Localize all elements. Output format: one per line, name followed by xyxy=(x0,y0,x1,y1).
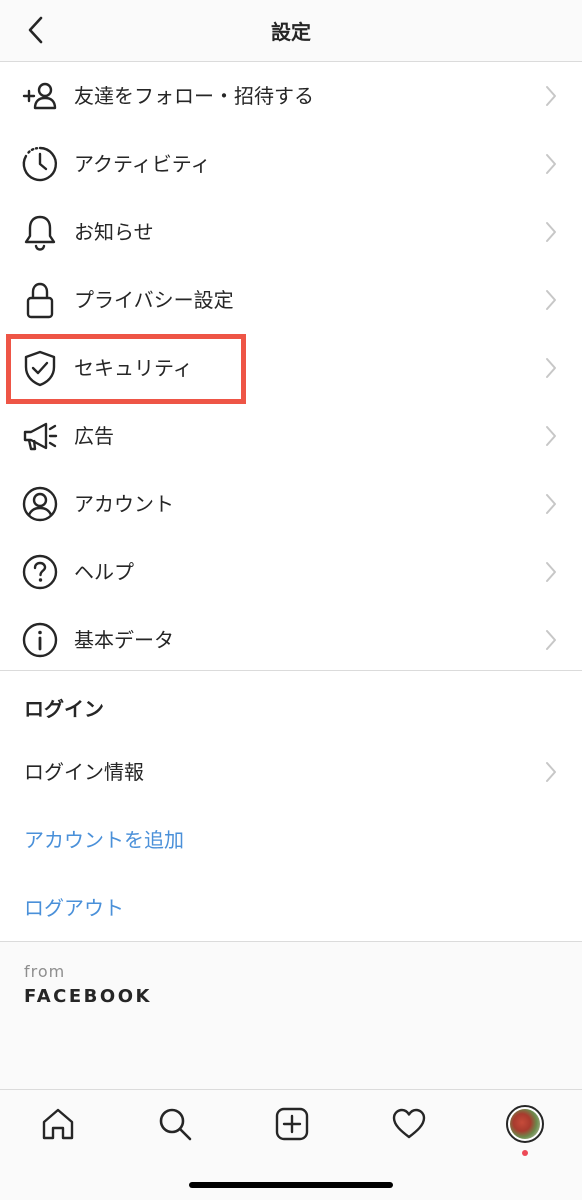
profile-avatar xyxy=(506,1105,544,1143)
login-info-item[interactable]: ログイン情報 xyxy=(0,738,582,806)
facebook-brand-label: FACEBOOK xyxy=(24,986,152,1007)
activity-heart-icon xyxy=(392,1108,426,1139)
chevron-right-icon xyxy=(546,86,556,106)
settings-item-follow-invite[interactable]: 友達をフォロー・招待する xyxy=(0,62,582,130)
settings-item-label: お知らせ xyxy=(74,220,154,244)
add-account-link[interactable]: アカウントを追加 xyxy=(0,806,582,874)
footer: from FACEBOOK xyxy=(0,941,582,1089)
settings-item-label: アカウント xyxy=(74,492,174,516)
chevron-right-icon xyxy=(546,562,556,582)
settings-item-label: プライバシー設定 xyxy=(74,288,234,312)
lock-icon xyxy=(20,280,60,320)
settings-item-label: アクティビティ xyxy=(74,152,211,176)
home-indicator xyxy=(189,1182,393,1188)
settings-item-label: セキュリティ xyxy=(74,356,193,380)
bell-icon xyxy=(20,212,60,252)
avatar-image xyxy=(510,1109,540,1139)
home-icon xyxy=(42,1108,74,1140)
chevron-right-icon xyxy=(546,358,556,378)
chevron-right-icon xyxy=(546,290,556,310)
settings-item-account[interactable]: アカウント xyxy=(0,470,582,538)
logout-link[interactable]: ログアウト xyxy=(0,874,582,942)
settings-item-about[interactable]: 基本データ xyxy=(0,606,582,674)
settings-item-help[interactable]: ヘルプ xyxy=(0,538,582,606)
account-circle-icon xyxy=(20,484,60,524)
new-post-icon xyxy=(275,1107,309,1141)
chevron-right-icon xyxy=(546,494,556,514)
page-title: 設定 xyxy=(271,20,311,44)
notification-dot xyxy=(522,1150,528,1156)
info-circle-icon xyxy=(20,620,60,660)
megaphone-icon xyxy=(20,416,60,456)
shield-check-icon xyxy=(20,348,60,388)
login-info-label: ログイン情報 xyxy=(24,760,144,784)
settings-item-label: 基本データ xyxy=(74,628,174,652)
settings-item-label: 友達をフォロー・招待する xyxy=(74,84,314,108)
search-icon xyxy=(159,1108,192,1141)
tab-activity[interactable] xyxy=(387,1102,431,1146)
login-section-title: ログイン xyxy=(24,697,104,721)
chevron-right-icon xyxy=(546,154,556,174)
tab-profile[interactable] xyxy=(503,1102,547,1156)
tab-new-post[interactable] xyxy=(270,1102,314,1146)
tab-home[interactable] xyxy=(36,1102,80,1146)
from-label: from xyxy=(24,962,66,981)
chevron-right-icon xyxy=(546,762,556,782)
settings-item-activity[interactable]: アクティビティ xyxy=(0,130,582,198)
settings-list: 友達をフォロー・招待する アクティビティ お知らせ プライバシー設定 セキュリテ… xyxy=(0,62,582,941)
chevron-right-icon xyxy=(546,630,556,650)
tab-search[interactable] xyxy=(153,1102,197,1146)
chevron-right-icon xyxy=(546,222,556,242)
settings-item-security[interactable]: セキュリティ xyxy=(0,334,582,402)
settings-item-notifications[interactable]: お知らせ xyxy=(0,198,582,266)
section-divider xyxy=(0,670,582,671)
settings-item-privacy[interactable]: プライバシー設定 xyxy=(0,266,582,334)
logout-label: ログアウト xyxy=(24,896,124,920)
settings-item-label: 広告 xyxy=(74,424,114,448)
add-person-icon xyxy=(20,76,60,116)
add-account-label: アカウントを追加 xyxy=(24,828,184,852)
settings-item-ads[interactable]: 広告 xyxy=(0,402,582,470)
top-nav-bar: 設定 xyxy=(0,0,582,62)
settings-item-label: ヘルプ xyxy=(74,560,134,584)
help-circle-icon xyxy=(20,552,60,592)
activity-clock-icon xyxy=(20,144,60,184)
chevron-right-icon xyxy=(546,426,556,446)
